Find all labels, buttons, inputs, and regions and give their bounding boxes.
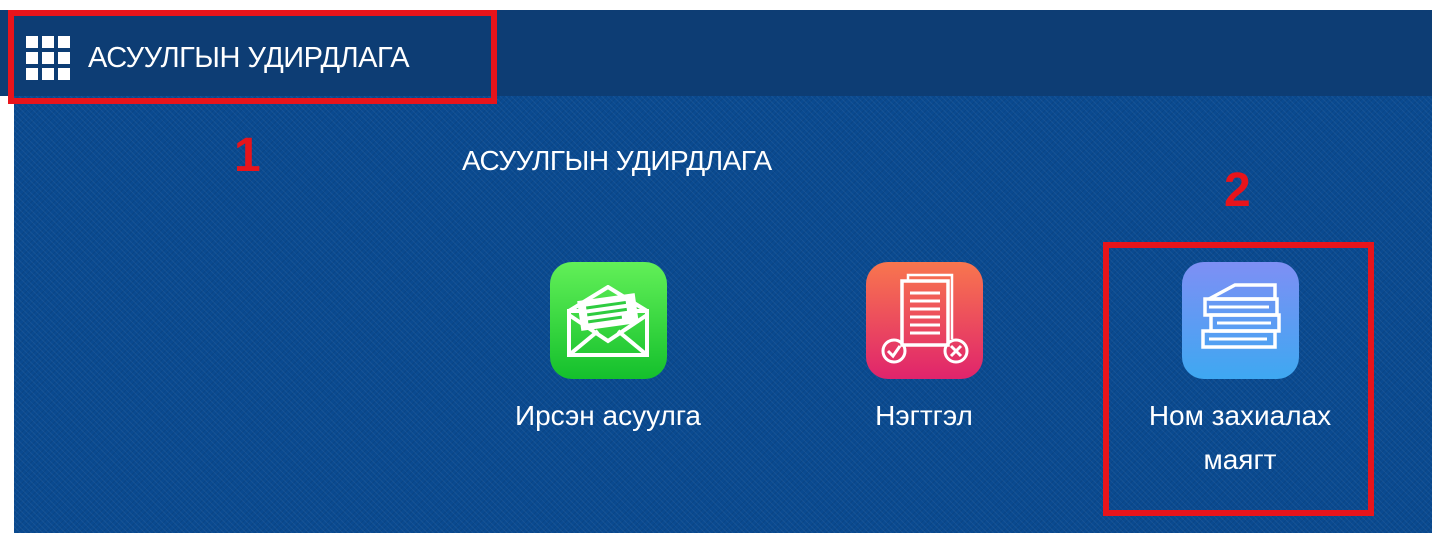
document-report-icon[interactable] — [865, 262, 983, 379]
tile-book-order-form[interactable]: Ном захиалах маягт — [1120, 262, 1360, 482]
annotation-number-2: 2 — [1224, 164, 1251, 217]
tile-label[interactable]: Ирсэн асуулга — [488, 394, 728, 438]
top-header: АСУУЛГЫН УДИРДЛАГА — [0, 10, 1432, 96]
tile-label[interactable]: Нэгтгэл — [804, 394, 1044, 438]
tile-summary[interactable]: Нэгтгэл — [804, 262, 1044, 438]
annotation-number-1: 1 — [234, 129, 261, 182]
section-title: АСУУЛГЫН УДИРДЛАГА — [462, 145, 772, 176]
envelope-icon[interactable] — [549, 262, 667, 379]
header-title[interactable]: АСУУЛГЫН УДИРДЛАГА — [88, 42, 410, 75]
tile-incoming-inquiries[interactable]: Ирсэн асуулга — [488, 262, 728, 438]
app-menu-button[interactable]: АСУУЛГЫН УДИРДЛАГА — [26, 36, 410, 80]
books-icon[interactable] — [1181, 262, 1299, 379]
tile-label[interactable]: Ном захиалах маягт — [1120, 394, 1360, 482]
grid-menu-icon[interactable] — [26, 36, 70, 80]
